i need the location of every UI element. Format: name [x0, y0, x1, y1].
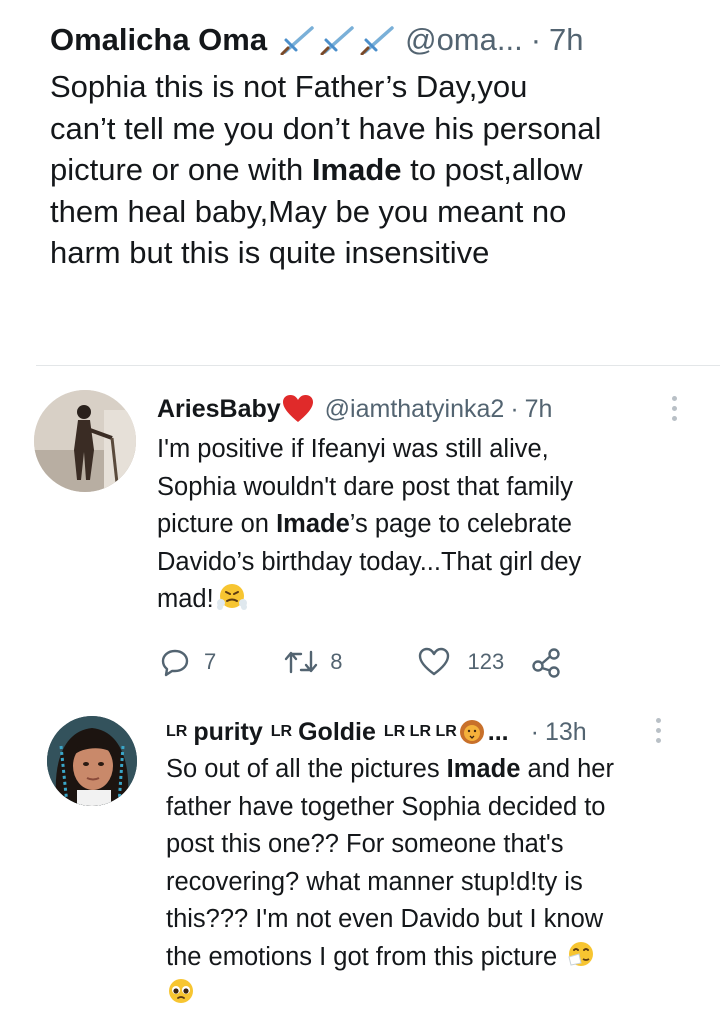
text-line: this??? I'm not even Davido but I know [166, 905, 604, 933]
sword-icon [320, 26, 354, 55]
badge: LR [166, 723, 188, 740]
reply2-time[interactable]: 13h [545, 714, 587, 750]
reply1-actions: 7 8 123 [160, 646, 562, 678]
name-emojis [279, 25, 397, 55]
reply2-author-name[interactable]: purity [193, 714, 262, 750]
text-line: recovering? what manner stup!d!ty is [166, 867, 583, 896]
lion-icon [459, 720, 484, 744]
more-options-icon[interactable] [672, 396, 678, 421]
mention-imade: Imade [276, 510, 350, 538]
text-line: harm but this is quite insensitive [50, 235, 490, 270]
text-line: post this one?? For someone that's [166, 830, 564, 858]
badge: LR [270, 723, 293, 740]
text-line: them heal baby,May be you meant no [50, 193, 567, 229]
retweet-count: 8 [330, 649, 343, 674]
retweet-icon [285, 650, 318, 674]
reply1-text: I'm positive if Ifeanyi was still alive,… [157, 431, 581, 619]
text-line: picture on Imade’s page to celebrate [157, 510, 572, 538]
reply1-time[interactable]: 7h [525, 391, 553, 427]
main-tweet-header: Omalicha Oma @oma... · 7h [50, 18, 720, 62]
text-line: picture or one with Imade to post,allow [50, 152, 583, 187]
like-button[interactable]: 123 [418, 647, 505, 677]
mention-imade: Imade [446, 755, 521, 783]
more-options-icon[interactable] [656, 718, 662, 743]
reply1-author-name[interactable]: AriesBaby [157, 391, 281, 427]
share-icon [532, 648, 560, 678]
divider [36, 365, 720, 366]
reply1-header: AriesBaby @iamthatyinka2 · 7h [157, 391, 552, 427]
text-line: Sophia wouldn't dare post that family [157, 472, 573, 501]
text-line: can’t tell me you don’t have his persona… [50, 110, 602, 146]
reply2-text: So out of all the pictures Imade and her… [166, 751, 614, 1014]
separator-dot: · [530, 22, 542, 57]
pleading-face-icon [169, 979, 193, 1003]
separator-dot: · [510, 395, 519, 423]
main-tweet-handle[interactable]: @oma... [405, 18, 523, 62]
red-heart-icon [282, 395, 313, 422]
badge: LR LR LR [383, 723, 457, 740]
sword-icon [280, 26, 314, 55]
reply1-handle[interactable]: @iamthatyinka2 [325, 391, 505, 427]
avatar[interactable] [47, 716, 137, 806]
mention-imade: Imade [311, 152, 402, 187]
text-line: So out of all the pictures Imade and her [166, 755, 614, 783]
like-count: 123 [467, 649, 505, 674]
main-tweet-author-name[interactable]: Omalicha Oma [50, 18, 267, 62]
reply-count: 7 [204, 649, 217, 674]
text-line: father have together Sophia decided to [166, 792, 606, 821]
sneezing-face-icon [568, 941, 594, 966]
reply2-author-name-2[interactable]: Goldie [298, 714, 376, 750]
text-line: the emotions I got from this picture [166, 939, 614, 977]
heart-icon [418, 647, 449, 676]
text-line: Sophia this is not Father’s Day,you [50, 69, 528, 104]
share-button[interactable] [530, 646, 562, 678]
main-tweet-text: Sophia this is not Father’s Day,you can’… [50, 66, 710, 274]
sword-icon [360, 26, 394, 55]
truncation: ... [487, 718, 509, 746]
text-line [166, 976, 614, 1014]
steam-face-icon [216, 584, 247, 610]
retweet-button[interactable]: 8 [284, 648, 343, 676]
text-line: I'm positive if Ifeanyi was still alive, [157, 435, 549, 463]
separator-dot: · [530, 718, 539, 746]
comment-icon [161, 649, 189, 677]
main-tweet-time[interactable]: 7h [549, 18, 583, 62]
text-line: mad! [157, 581, 581, 619]
reply-button[interactable]: 7 [160, 647, 216, 677]
text-line: Davido’s birthday today...That girl dey [157, 547, 582, 576]
main-tweet: Omalicha Oma @oma... · 7h Sophia this is… [50, 18, 720, 274]
avatar[interactable] [34, 390, 136, 492]
reply2-header: LR purity LR Goldie LR LR LR ... · 13h [166, 714, 587, 750]
